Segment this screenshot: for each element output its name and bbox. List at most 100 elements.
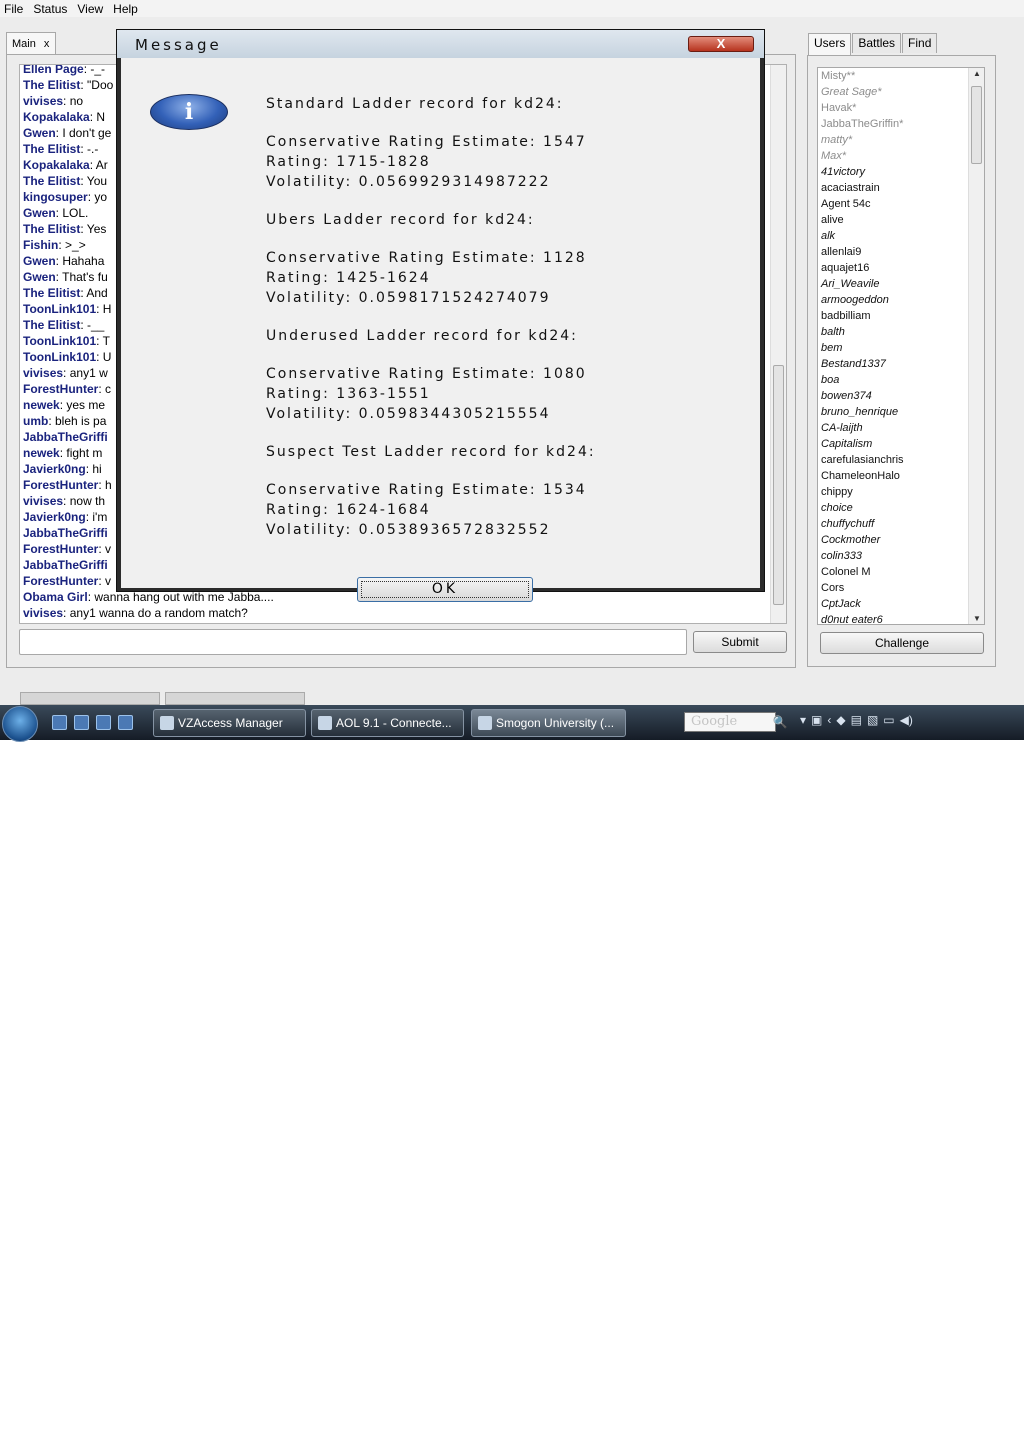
chat-username[interactable]: ToonLink101 (23, 350, 96, 364)
chat-username[interactable]: The Elitist (23, 286, 80, 300)
chat-username[interactable]: Ellen Page (23, 65, 84, 76)
chat-username[interactable]: The Elitist (23, 174, 80, 188)
chat-username[interactable]: The Elitist (23, 78, 80, 92)
user-list-item[interactable]: Max* (821, 148, 966, 164)
chat-username[interactable]: ForestHunter (23, 542, 98, 556)
chat-username[interactable]: ToonLink101 (23, 302, 96, 316)
chat-username[interactable]: Javierk0ng (23, 510, 86, 524)
chat-username[interactable]: ToonLink101 (23, 334, 96, 348)
tray-back-icon[interactable]: ‹ (827, 713, 831, 727)
task-vzaccess[interactable]: VZAccess Manager (153, 709, 306, 737)
user-list-item[interactable]: allenlai9 (821, 244, 966, 260)
user-list-item[interactable]: JabbaTheGriffin* (821, 116, 966, 132)
browser-icon[interactable] (96, 715, 111, 730)
users-scrollbar[interactable]: ▲ ▼ (968, 68, 984, 624)
google-search-input[interactable]: Google (684, 712, 776, 732)
user-list[interactable]: Misty** Great Sage* Havak* JabbaTheGriffin*… (817, 67, 985, 625)
chat-username[interactable]: JabbaTheGriffi (23, 558, 108, 572)
tray-arrow-icon[interactable]: ▾ (800, 713, 806, 727)
menu-file[interactable]: File (0, 2, 28, 16)
chat-username[interactable]: vivises (23, 94, 63, 108)
tab-battles[interactable]: Battles (852, 33, 902, 53)
tray-monitor-icon[interactable]: ▭ (883, 713, 894, 727)
chat-username[interactable]: vivises (23, 366, 63, 380)
chat-username[interactable]: ForestHunter (23, 574, 98, 588)
user-list-item[interactable]: acaciastrain (821, 180, 966, 196)
search-icon[interactable]: 🔍 (771, 713, 789, 731)
chat-username[interactable]: ForestHunter (23, 478, 98, 492)
submit-button[interactable]: Submit (693, 631, 787, 653)
user-list-item[interactable]: chippy (821, 484, 966, 500)
chat-username[interactable]: Kopakalaka (23, 110, 90, 124)
user-list-item[interactable]: Bestand1337 (821, 356, 966, 372)
menu-status[interactable]: Status (28, 2, 72, 16)
user-list-item[interactable]: alive (821, 212, 966, 228)
volume-icon[interactable]: ◀) (900, 713, 913, 727)
chat-username[interactable]: Fishin (23, 238, 58, 252)
tray-security-icon[interactable]: ▤ (851, 713, 862, 727)
chat-username[interactable]: Gwen (23, 254, 56, 268)
user-list-item[interactable]: ChameleonHalo (821, 468, 966, 484)
message-input[interactable] (19, 629, 687, 655)
user-list-item[interactable]: Cockmother (821, 532, 966, 548)
task-smogon[interactable]: Smogon University (... (471, 709, 626, 737)
ok-button[interactable]: OK (357, 577, 533, 602)
show-desktop-icon[interactable] (52, 715, 67, 730)
tray-app-icon[interactable]: ◆ (836, 713, 845, 727)
switch-windows-icon[interactable] (74, 715, 89, 730)
chat-username[interactable]: Kopakalaka (23, 158, 90, 172)
chat-username[interactable]: Gwen (23, 270, 56, 284)
chat-username[interactable]: vivises (23, 606, 63, 620)
tray-update-icon[interactable]: ▧ (867, 713, 878, 727)
user-list-item[interactable]: Agent 54c (821, 196, 966, 212)
chat-scrollbar-thumb[interactable] (773, 365, 784, 605)
user-list-item[interactable]: choice (821, 500, 966, 516)
user-list-item[interactable]: Havak* (821, 100, 966, 116)
user-list-item[interactable]: Great Sage* (821, 84, 966, 100)
user-list-item[interactable]: colin333 (821, 548, 966, 564)
minimized-window[interactable] (20, 692, 160, 705)
user-list-item[interactable]: 41victory (821, 164, 966, 180)
user-list-item[interactable]: bowen374 (821, 388, 966, 404)
chat-username[interactable]: kingosuper (23, 190, 88, 204)
user-list-item[interactable]: Capitalism (821, 436, 966, 452)
scroll-down-icon[interactable]: ▼ (969, 614, 984, 623)
close-tab-icon[interactable]: x (44, 38, 50, 50)
chat-username[interactable]: Gwen (23, 126, 56, 140)
user-list-item[interactable]: Ari_Weavile (821, 276, 966, 292)
chat-scrollbar[interactable] (770, 65, 786, 623)
chat-username[interactable]: Gwen (23, 206, 56, 220)
dialog-close-button[interactable]: X (688, 36, 754, 52)
chat-username[interactable]: newek (23, 398, 60, 412)
media-icon[interactable] (118, 715, 133, 730)
chat-username[interactable]: JabbaTheGriffi (23, 430, 108, 444)
menu-help[interactable]: Help (108, 2, 143, 16)
user-list-item[interactable]: armoogeddon (821, 292, 966, 308)
users-scrollbar-thumb[interactable] (971, 86, 982, 164)
tab-find[interactable]: Find (902, 33, 938, 53)
dialog-title-bar[interactable]: Message X (117, 30, 764, 58)
task-aol[interactable]: AOL 9.1 - Connecte... (311, 709, 464, 737)
user-list-item[interactable]: Cors (821, 580, 966, 596)
user-list-item[interactable]: Colonel M (821, 564, 966, 580)
chat-username[interactable]: Obama Girl (23, 590, 88, 604)
user-list-item[interactable]: badbilliam (821, 308, 966, 324)
user-list-item[interactable]: CptJack (821, 596, 966, 612)
user-list-item[interactable]: chuffychuff (821, 516, 966, 532)
clock[interactable]: 8:26 PM (955, 1419, 1000, 1433)
user-list-item[interactable]: aquajet16 (821, 260, 966, 276)
chat-username[interactable]: Javierk0ng (23, 462, 86, 476)
scroll-up-icon[interactable]: ▲ (969, 69, 984, 78)
menu-view[interactable]: View (72, 2, 108, 16)
chat-username[interactable]: ForestHunter (23, 382, 98, 396)
user-list-item[interactable]: d0nut eater6 (821, 612, 966, 624)
chat-username[interactable]: The Elitist (23, 142, 80, 156)
start-button-icon[interactable] (2, 706, 38, 742)
chat-username[interactable]: umb (23, 414, 48, 428)
user-list-item[interactable]: balth (821, 324, 966, 340)
minimized-window[interactable] (165, 692, 305, 705)
chat-username[interactable]: JabbaTheGriffi (23, 526, 108, 540)
user-list-item[interactable]: bruno_henrique (821, 404, 966, 420)
user-list-item[interactable]: carefulasianchris (821, 452, 966, 468)
chat-username[interactable]: newek (23, 446, 60, 460)
